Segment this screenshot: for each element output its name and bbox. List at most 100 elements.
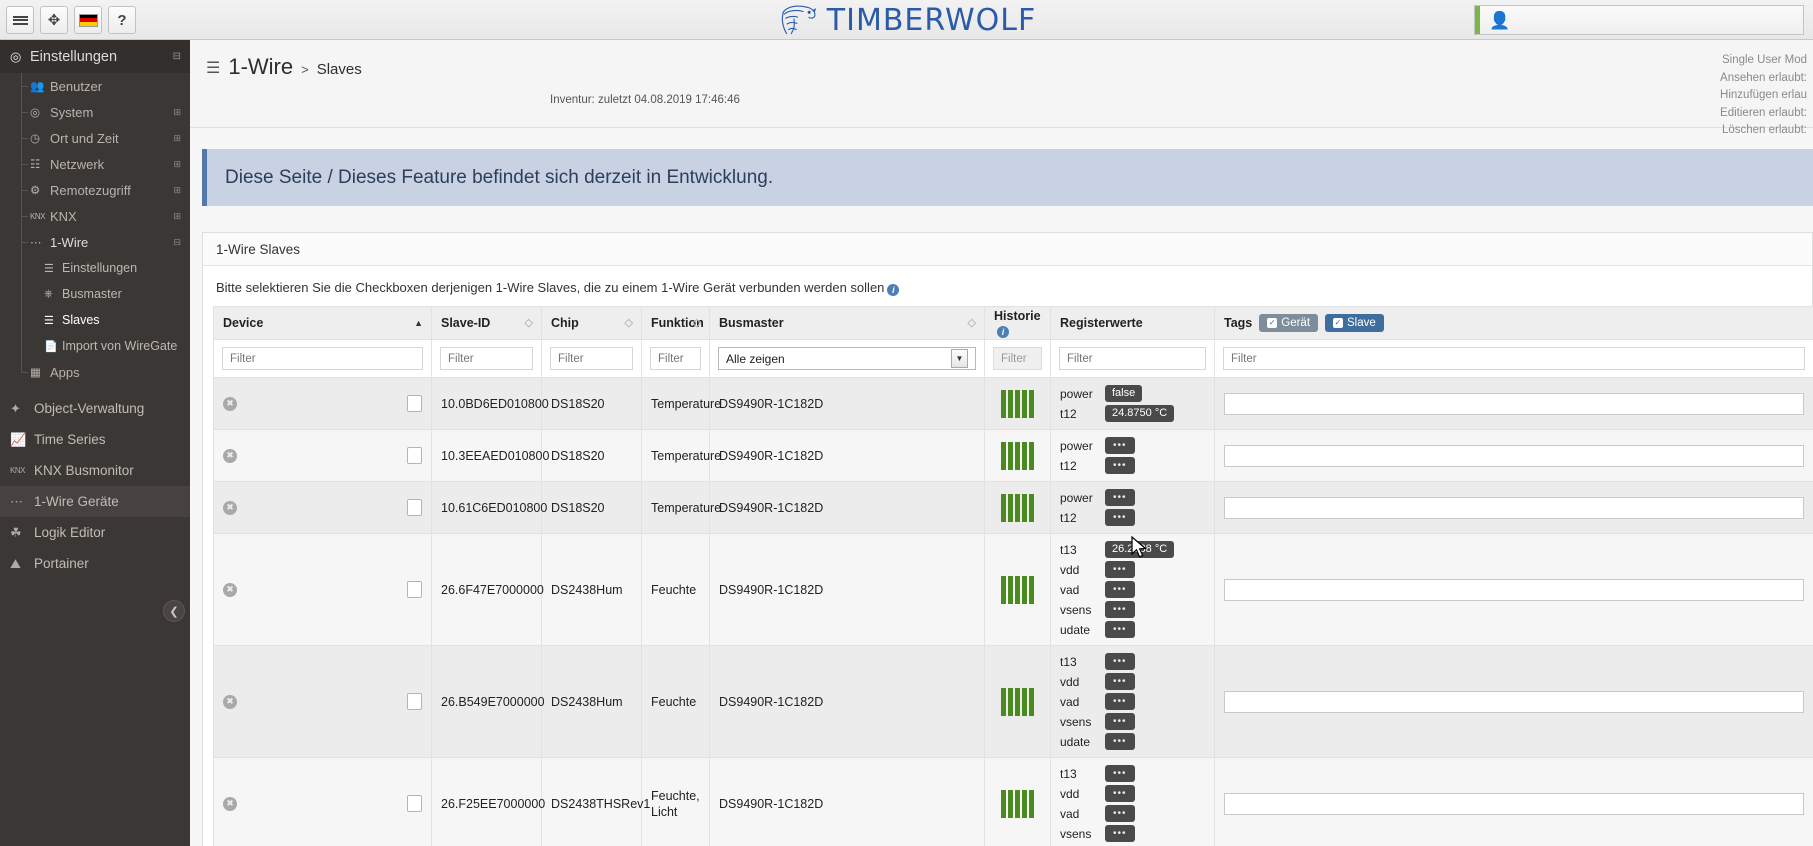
sidebar-item-logik-editor[interactable]: ☘ Logik Editor bbox=[0, 517, 190, 548]
register-value-collapsed[interactable]: ••• bbox=[1105, 653, 1135, 670]
delete-circle-icon[interactable]: ✖ bbox=[223, 796, 237, 811]
register-value-collapsed[interactable]: ••• bbox=[1105, 785, 1135, 802]
register-value-collapsed[interactable]: ••• bbox=[1105, 437, 1135, 454]
register-value-collapsed[interactable]: ••• bbox=[1105, 457, 1135, 474]
expander-icon[interactable]: ⊞ bbox=[173, 107, 181, 118]
delete-circle-icon[interactable]: ✖ bbox=[223, 500, 237, 515]
register-value-collapsed[interactable]: ••• bbox=[1105, 601, 1135, 618]
filter-input-tags[interactable] bbox=[1223, 347, 1805, 370]
table-row[interactable]: ✖ 10.3EEAED010800 DS18S20 Temperature DS… bbox=[213, 429, 1813, 482]
expander-icon[interactable]: ⊞ bbox=[173, 185, 181, 196]
filter-input-slave-id[interactable] bbox=[440, 347, 533, 370]
sidebar-subitem-import-von-wiregate[interactable]: 📄 Import von WireGate bbox=[0, 333, 190, 359]
sidebar-item-netzwerk[interactable]: ☷ Netzwerk ⊞ bbox=[0, 151, 190, 177]
row-checkbox[interactable] bbox=[407, 581, 422, 598]
register-value-collapsed[interactable]: ••• bbox=[1105, 581, 1135, 598]
sort-toggle-icon[interactable]: ◇ bbox=[525, 316, 533, 329]
row-checkbox[interactable] bbox=[407, 447, 422, 464]
register-value-collapsed[interactable]: ••• bbox=[1105, 489, 1135, 506]
column-header-busmaster[interactable]: Busmaster ◇ bbox=[709, 306, 985, 340]
delete-circle-icon[interactable]: ✖ bbox=[223, 448, 237, 463]
column-header-funktion[interactable]: Funktion ◇ bbox=[641, 306, 710, 340]
user-menu[interactable]: 👤 bbox=[1474, 5, 1804, 35]
filter-input-chip[interactable] bbox=[550, 347, 633, 370]
sidebar-item-apps[interactable]: ▦ Apps bbox=[0, 359, 190, 385]
row-checkbox[interactable] bbox=[407, 395, 422, 412]
sidebar-collapse-button[interactable]: ❮ bbox=[163, 600, 185, 622]
table-row[interactable]: ✖ 10.0BD6ED010800 DS18S20 Temperature DS… bbox=[213, 377, 1813, 430]
expander-icon[interactable]: ⊞ bbox=[173, 159, 181, 170]
info-icon[interactable]: i bbox=[997, 326, 1009, 338]
expander-icon[interactable]: ⊟ bbox=[173, 51, 181, 62]
menu-toggle-button[interactable] bbox=[6, 6, 34, 34]
register-value-collapsed[interactable]: ••• bbox=[1105, 825, 1135, 842]
tag-input[interactable] bbox=[1224, 444, 1804, 467]
sidebar-subitem-einstellungen[interactable]: ☰ Einstellungen bbox=[0, 255, 190, 281]
expander-icon[interactable]: ⊟ bbox=[173, 237, 181, 248]
fullscreen-button[interactable]: ✥ bbox=[40, 6, 68, 34]
column-header-registerwerte[interactable]: Registerwerte bbox=[1050, 306, 1215, 340]
register-value-collapsed[interactable]: ••• bbox=[1105, 673, 1135, 690]
table-row[interactable]: ✖ 26.F25EE7000000 DS2438THSRev1 Feuchte,… bbox=[213, 757, 1813, 846]
row-checkbox[interactable] bbox=[407, 693, 422, 710]
row-checkbox[interactable] bbox=[407, 499, 422, 516]
expander-icon[interactable]: ⊞ bbox=[173, 211, 181, 222]
chevron-down-icon[interactable]: ▼ bbox=[951, 349, 968, 368]
register-value[interactable]: 24.8750 °C bbox=[1105, 405, 1175, 422]
register-value[interactable]: false bbox=[1105, 385, 1143, 402]
sidebar-item-object-verwaltung[interactable]: ✦ Object-Verwaltung bbox=[0, 393, 190, 424]
language-button[interactable] bbox=[74, 6, 102, 34]
breadcrumb-main[interactable]: 1-Wire bbox=[228, 54, 293, 80]
delete-circle-icon[interactable]: ✖ bbox=[223, 582, 237, 597]
table-row[interactable]: ✖ 26.B549E7000000 DS2438Hum Feuchte DS94… bbox=[213, 645, 1813, 758]
tag-input[interactable] bbox=[1224, 496, 1804, 519]
tag-filter-slave[interactable]: ✓ Slave bbox=[1325, 314, 1384, 332]
register-value-collapsed[interactable]: ••• bbox=[1105, 765, 1135, 782]
tag-input[interactable] bbox=[1224, 392, 1804, 415]
filter-button-historie[interactable]: Filter bbox=[993, 347, 1042, 370]
sort-toggle-icon[interactable]: ◇ bbox=[968, 316, 976, 329]
register-value-collapsed[interactable]: ••• bbox=[1105, 733, 1135, 750]
sidebar-item-benutzer[interactable]: 👥 Benutzer bbox=[0, 73, 190, 99]
column-header-chip[interactable]: Chip ◇ bbox=[541, 306, 642, 340]
column-header-device[interactable]: Device ▲ bbox=[213, 306, 432, 340]
sidebar-item-knx-busmonitor[interactable]: KNX KNX Busmonitor bbox=[0, 455, 190, 486]
register-value-collapsed[interactable]: ••• bbox=[1105, 621, 1135, 638]
delete-circle-icon[interactable]: ✖ bbox=[223, 396, 237, 411]
sort-toggle-icon[interactable]: ◇ bbox=[625, 316, 633, 329]
filter-input-funktion[interactable] bbox=[650, 347, 701, 370]
register-value-collapsed[interactable]: ••• bbox=[1105, 693, 1135, 710]
sidebar-item-time-series[interactable]: 📈 Time Series bbox=[0, 424, 190, 455]
table-row[interactable]: ✖ 10.61C6ED010800 DS18S20 Temperature DS… bbox=[213, 481, 1813, 534]
register-value-collapsed[interactable]: ••• bbox=[1105, 561, 1135, 578]
tag-filter-geraet[interactable]: ✓ Gerät bbox=[1259, 314, 1319, 332]
info-icon[interactable]: i bbox=[887, 284, 900, 296]
tag-input[interactable] bbox=[1224, 792, 1804, 815]
table-row[interactable]: ✖ 26.6F47E7000000 DS2438Hum Feuchte DS94… bbox=[213, 533, 1813, 646]
sort-ascending-icon[interactable]: ▲ bbox=[414, 318, 423, 328]
column-header-slave-id[interactable]: Slave-ID ◇ bbox=[431, 306, 542, 340]
sidebar-item-remotezugriff[interactable]: ⚙ Remotezugriff ⊞ bbox=[0, 177, 190, 203]
filter-select-busmaster[interactable]: Alle zeigen ▼ bbox=[718, 347, 976, 370]
filter-input-registerwerte[interactable] bbox=[1059, 347, 1206, 370]
sidebar-subitem-busmaster[interactable]: ⎈ Busmaster bbox=[0, 281, 190, 307]
column-header-historie[interactable]: Historie i bbox=[984, 306, 1051, 340]
tag-input[interactable] bbox=[1224, 690, 1804, 713]
row-checkbox[interactable] bbox=[407, 795, 422, 812]
sidebar-item-system[interactable]: ◎ System ⊞ bbox=[0, 99, 190, 125]
register-value-collapsed[interactable]: ••• bbox=[1105, 805, 1135, 822]
help-button[interactable]: ? bbox=[108, 6, 136, 34]
sort-toggle-icon[interactable]: ◇ bbox=[693, 316, 701, 329]
sidebar-item-1-wire[interactable]: ⋯ 1-Wire ⊟ bbox=[0, 229, 190, 255]
sidebar-subitem-slaves[interactable]: ☰ Slaves bbox=[0, 307, 190, 333]
register-value-collapsed[interactable]: ••• bbox=[1105, 509, 1135, 526]
sidebar-item-1-wire-geraete[interactable]: ⋯ 1-Wire Geräte bbox=[0, 486, 190, 517]
filter-input-device[interactable] bbox=[222, 347, 423, 370]
column-header-tags[interactable]: Tags ✓ Gerät ✓ Slave bbox=[1214, 306, 1813, 340]
delete-circle-icon[interactable]: ✖ bbox=[223, 694, 237, 709]
sidebar-item-portainer[interactable]: ⛰ Portainer bbox=[0, 548, 190, 579]
register-value-collapsed[interactable]: ••• bbox=[1105, 713, 1135, 730]
sidebar-item-ort-und-zeit[interactable]: ◷ Ort und Zeit ⊞ bbox=[0, 125, 190, 151]
sidebar-item-knx[interactable]: KNX KNX ⊞ bbox=[0, 203, 190, 229]
expander-icon[interactable]: ⊞ bbox=[173, 133, 181, 144]
